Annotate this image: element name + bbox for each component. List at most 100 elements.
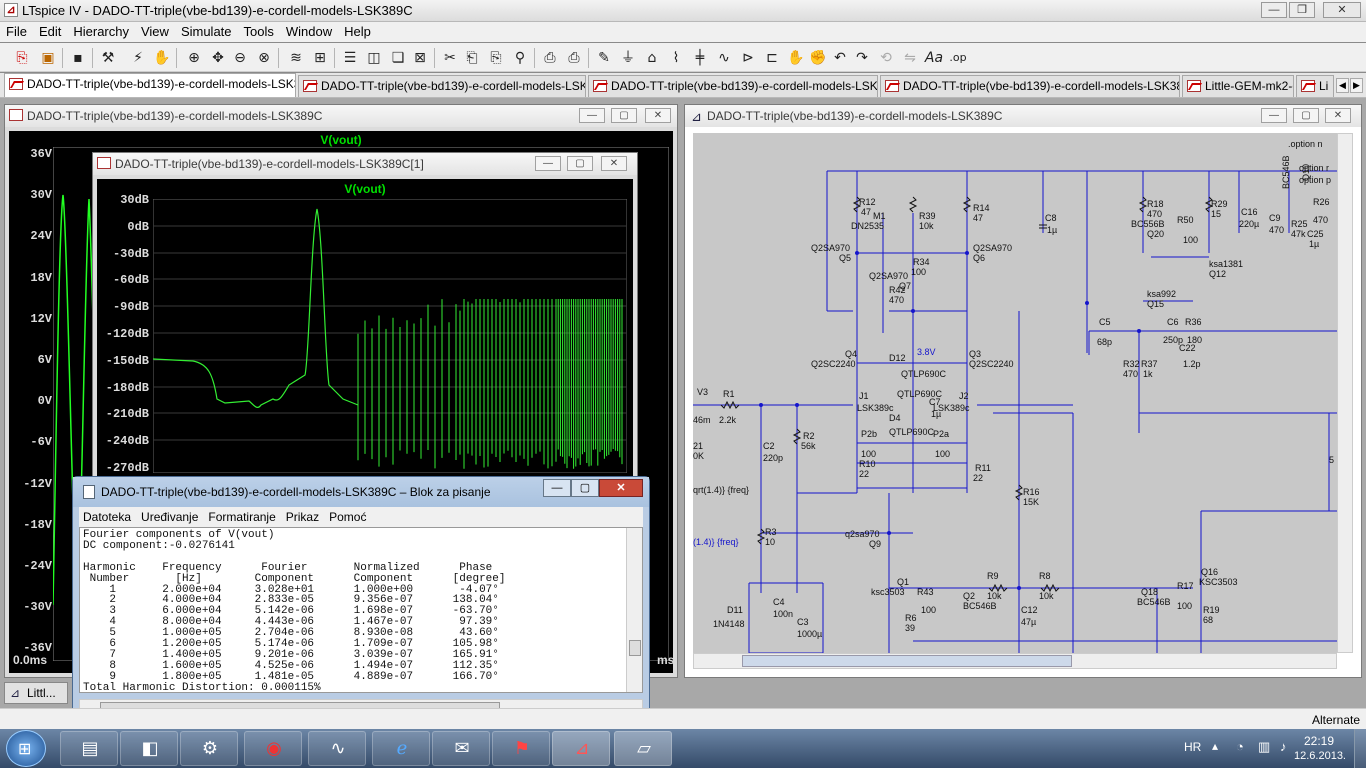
taskbar-media[interactable]: ◧ [120,731,178,766]
close-icon[interactable]: ✕ [645,108,671,123]
minimize-icon[interactable]: — [535,156,561,171]
menu-edit[interactable]: Edit [33,22,67,39]
close-icon[interactable]: ✕ [1323,2,1361,18]
taskbar-notepad[interactable]: ▱ [614,731,672,766]
ground-icon[interactable]: ⏚ [618,48,638,68]
component-icon[interactable]: ⊏ [762,48,782,68]
menu-datoteka[interactable]: Datoteka [79,507,137,524]
cascade-icon[interactable]: ❏ [388,48,408,68]
zoom-out-icon[interactable]: ⊖ [230,48,250,68]
taskbar-oscilloscope[interactable]: ∿ [308,731,366,766]
network-icon[interactable]: ▥ [1258,739,1270,755]
tray-update-icon[interactable]: ◔ [1236,739,1244,754]
tab-waveform-fft[interactable]: DADO-TT-triple(vbe-bd139)-e-cordell-mode… [880,75,1180,97]
tab-li[interactable]: Li [1296,75,1334,97]
menu-uredivanje[interactable]: Uređivanje [137,507,204,524]
tab-scroll-left-icon[interactable]: ◀ [1336,78,1349,93]
inductor-icon[interactable]: ∿ [714,48,734,68]
schematic-canvas[interactable]: .option n option r option p R12 47 M1 DN25… [693,133,1337,653]
show-desktop-button[interactable] [1354,729,1366,768]
menu-help[interactable]: Help [338,22,377,39]
find-icon[interactable]: ⚲ [510,48,530,68]
taskbar-ccleaner[interactable]: ◉ [244,731,302,766]
pan-icon[interactable]: ✥ [208,48,228,68]
minimized-window[interactable]: ⊿ Littl... [4,682,68,704]
open-schematic-icon[interactable]: ⎘ [12,48,32,68]
diode-icon[interactable]: ⊳ [738,48,758,68]
tile-vertical-icon[interactable]: ◫ [364,48,384,68]
fft-plot-area[interactable]: V(vout) 30dB 0dB -30dB -60dB -90dB -120dB -150… [97,179,633,479]
control-panel-icon[interactable]: ⚒ [98,48,118,68]
print-icon[interactable]: ⎙ [564,48,584,68]
copy-icon[interactable]: ⎗ [462,48,482,68]
maximize-icon[interactable]: ▢ [571,479,599,497]
taskbar-ltspice[interactable]: ⊿ [552,731,610,766]
rotate-icon[interactable]: ⟲ [876,48,896,68]
notepad-vscrollbar[interactable] [626,528,642,692]
close-window-icon[interactable]: ⊠ [410,48,430,68]
close-icon[interactable]: ✕ [599,479,643,497]
menu-prikaz[interactable]: Prikaz [282,507,325,524]
hscroll-thumb[interactable] [742,655,1072,667]
wire-icon[interactable]: ✎ [594,48,614,68]
capacitor-icon[interactable]: ╪ [690,48,710,68]
vscroll-thumb[interactable] [629,640,641,656]
tab-waveform-2[interactable]: DADO-TT-triple(vbe-bd139)-e-cordell-mode… [298,75,586,97]
minimize-icon[interactable]: — [1261,2,1287,18]
menu-simulate[interactable]: Simulate [175,22,238,39]
menu-pomoc[interactable]: Pomoć [325,507,372,524]
taskbar-explorer[interactable]: ▤ [60,731,118,766]
resistor-icon[interactable]: ⌇ [666,48,686,68]
waveform-window-fft[interactable]: DADO-TT-triple(vbe-bd139)-e-cordell-mode… [92,152,638,482]
run-icon[interactable]: ⚡ [128,48,148,68]
zoom-in-icon[interactable]: ⊕ [184,48,204,68]
maximize-icon[interactable]: ▢ [1293,108,1319,123]
notepad-window[interactable]: DADO-TT-triple(vbe-bd139)-e-cordell-mode… [72,476,650,724]
maximize-icon[interactable]: ▢ [567,156,593,171]
taskbar-internet-explorer[interactable]: ℯ [372,731,430,766]
drag-icon[interactable]: ✊ [808,48,828,68]
zoom-fit-icon[interactable]: ⊗ [254,48,274,68]
schematic-window[interactable]: ⊿ DADO-TT-triple(vbe-bd139)-e-cordell-mo… [684,104,1362,678]
fft-trace-label[interactable]: V(vout) [97,182,633,196]
tab-waveform-1[interactable]: DADO-TT-triple(vbe-bd139)-e-cordell-mode… [4,73,296,97]
notepad-text-area[interactable]: Fourier components of V(vout) DC componen… [79,527,643,693]
clock-date[interactable]: 12.6.2013. [1294,750,1346,762]
minimize-icon[interactable]: — [579,108,605,123]
autorange-icon[interactable]: ≋ [286,48,306,68]
menu-hierarchy[interactable]: Hierarchy [67,22,135,39]
maximize-icon[interactable]: ❐ [1289,2,1315,18]
save-icon[interactable]: ▪ [68,48,88,68]
cut-icon[interactable]: ✂ [440,48,460,68]
label-net-icon[interactable]: ⌂ [642,48,662,68]
clock-time[interactable]: 22:19 [1304,734,1334,748]
mirror-icon[interactable]: ⇋ [900,48,920,68]
taskbar-acrobat[interactable]: ⚑ [492,731,550,766]
menu-window[interactable]: Window [280,22,338,39]
tab-little-gem[interactable]: Little-GEM-mk2-d [1182,75,1294,97]
taskbar-system[interactable]: ⚙ [180,731,238,766]
volume-icon[interactable]: ♪ [1280,739,1287,754]
ltspice-app-icon[interactable]: ⊿ [4,3,18,17]
menu-view[interactable]: View [135,22,175,39]
minimize-icon[interactable]: — [543,479,571,497]
redo-icon[interactable]: ↷ [852,48,872,68]
menu-tools[interactable]: Tools [238,22,280,39]
halt-icon[interactable]: ✋ [152,48,172,68]
spice-directive-icon[interactable]: .op [948,48,968,68]
maximize-icon[interactable]: ▢ [611,108,637,123]
tab-scroll-right-icon[interactable]: ▶ [1350,78,1363,93]
trace-label[interactable]: V(vout) [9,133,673,147]
tile-horizontal-icon[interactable]: ☰ [340,48,360,68]
tray-arrow-icon[interactable]: ▴ [1212,739,1218,753]
tab-schematic[interactable]: DADO-TT-triple(vbe-bd139)-e-cordell-mode… [588,75,878,97]
taskbar-email[interactable]: ✉ [432,731,490,766]
move-icon[interactable]: ✋ [786,48,806,68]
close-icon[interactable]: ✕ [601,156,627,171]
schematic-hscrollbar[interactable] [693,653,1337,669]
open-file-icon[interactable]: ▣ [38,48,58,68]
start-button[interactable]: ⊞ [6,730,46,767]
menu-formatiranje[interactable]: Formatiranje [204,507,281,524]
menu-file[interactable]: File [0,22,33,39]
undo-icon[interactable]: ↶ [830,48,850,68]
